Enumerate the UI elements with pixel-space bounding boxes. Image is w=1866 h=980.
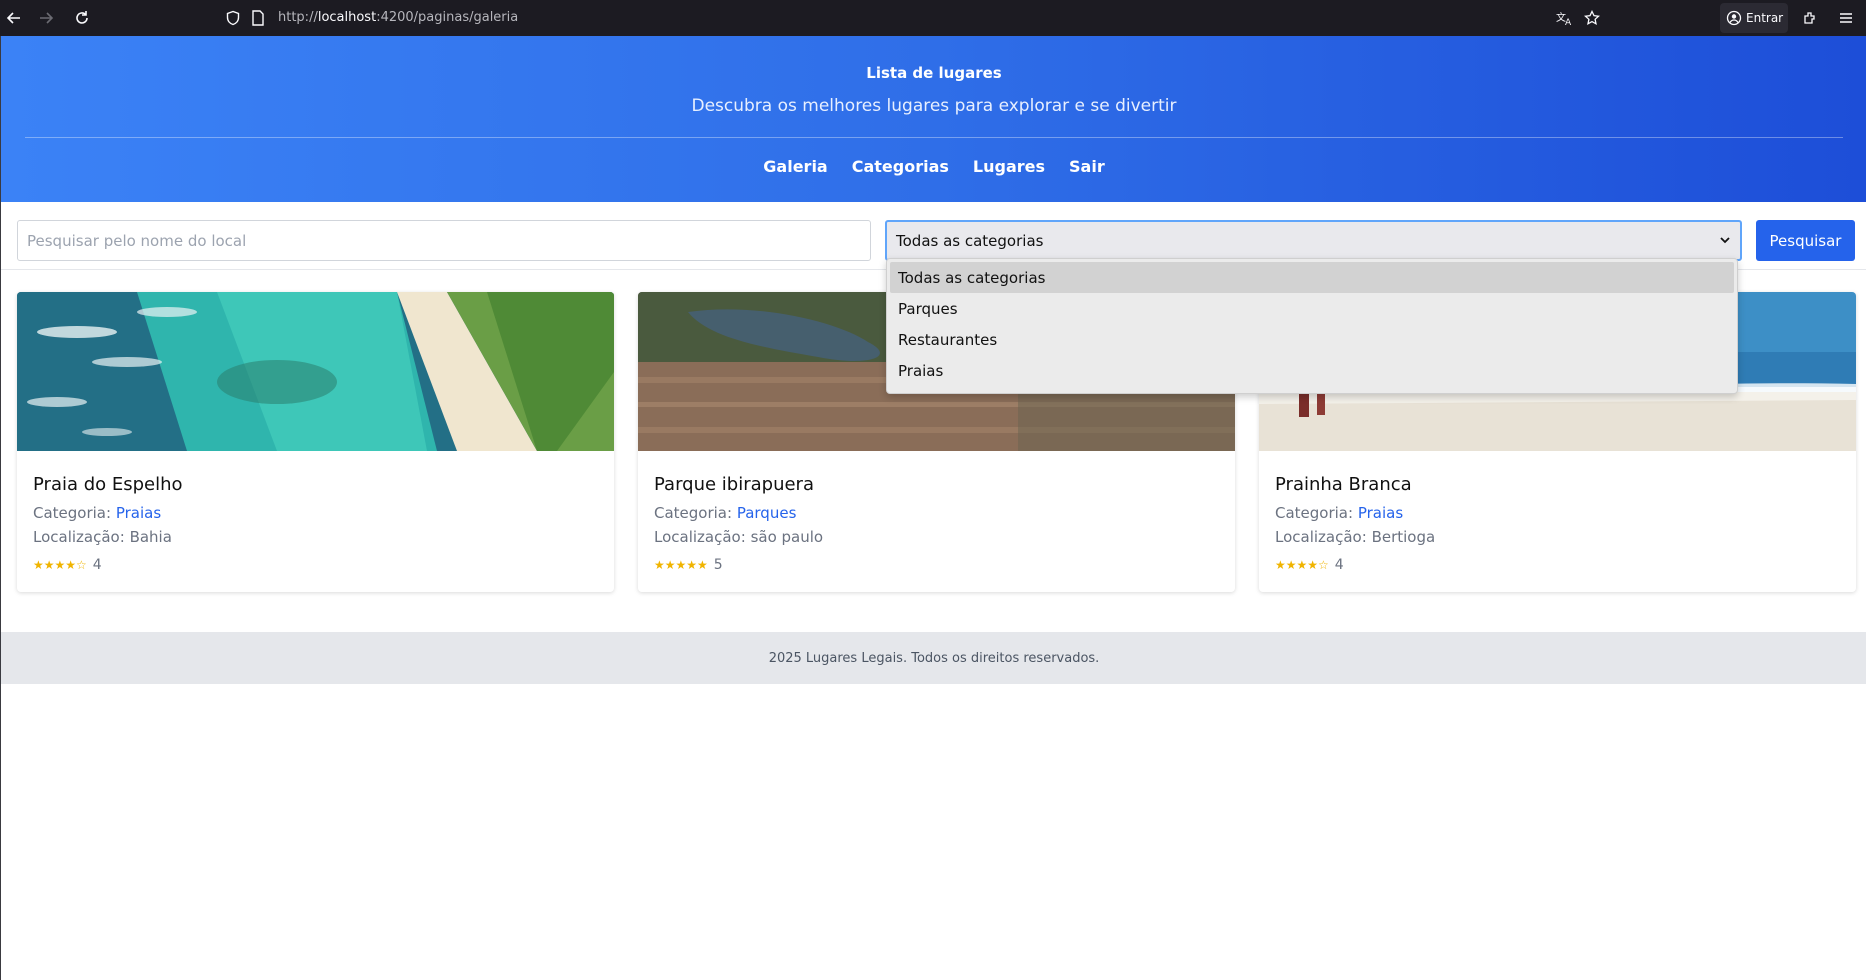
rating-stars: ★★★★☆	[1275, 558, 1329, 572]
rating-value: 4	[92, 557, 102, 573]
category-link[interactable]: Parques	[737, 504, 797, 522]
category-label: Categoria:	[33, 504, 112, 522]
place-name: Parque ibirapuera	[654, 474, 814, 495]
category-dropdown: Todas as categorias Parques Restaurantes…	[886, 258, 1738, 394]
place-image	[17, 292, 614, 451]
forward-icon[interactable]	[34, 6, 58, 30]
location-label: Localização:	[1275, 528, 1367, 546]
svg-text:A: A	[1565, 18, 1572, 26]
category-link[interactable]: Praias	[1358, 504, 1403, 522]
bookmark-star-icon[interactable]	[1581, 7, 1603, 29]
translate-icon[interactable]: 文A	[1554, 7, 1576, 29]
reload-icon[interactable]	[70, 6, 94, 30]
page-subtitle: Descubra os melhores lugares para explor…	[691, 96, 1177, 116]
main-menu: Galeria Categorias Lugares Sair	[1, 157, 1866, 176]
place-name: Prainha Branca	[1275, 474, 1412, 495]
search-button[interactable]: Pesquisar	[1756, 220, 1855, 261]
rating-value: 5	[713, 557, 723, 573]
url-host: localhost	[317, 10, 377, 25]
url-prefix: http://	[278, 10, 318, 25]
location-label: Localização:	[654, 528, 746, 546]
hero-header: Lista de lugares Descubra os melhores lu…	[1, 36, 1866, 202]
rating-stars: ★★★★☆	[33, 558, 87, 572]
page: Lista de lugares Descubra os melhores lu…	[0, 36, 1866, 980]
location-value: Bahia	[129, 528, 172, 546]
category-select[interactable]: Todas as categorias	[885, 220, 1742, 261]
category-label: Categoria:	[654, 504, 733, 522]
place-location: Localização: Bertioga	[1275, 528, 1435, 546]
place-category: Categoria: Praias	[33, 504, 161, 522]
category-link[interactable]: Praias	[116, 504, 161, 522]
place-card[interactable]: Praia do Espelho Categoria: Praias Local…	[17, 292, 614, 592]
place-location: Localização: Bahia	[33, 528, 172, 546]
category-option-restaurantes[interactable]: Restaurantes	[890, 324, 1734, 355]
address-bar[interactable]: http://localhost:4200/paginas/galeria 文A	[216, 3, 1602, 33]
menu-item-lugares[interactable]: Lugares	[973, 157, 1045, 176]
category-option-parques[interactable]: Parques	[890, 293, 1734, 324]
menu-item-categorias[interactable]: Categorias	[852, 157, 949, 176]
url-path: :4200/paginas/galeria	[376, 10, 519, 25]
place-category: Categoria: Parques	[654, 504, 796, 522]
menu-item-sair[interactable]: Sair	[1069, 157, 1105, 176]
account-label: Entrar	[1746, 11, 1784, 25]
category-select-value: Todas as categorias	[896, 231, 1044, 250]
place-rating: ★★★★☆ 4	[1275, 557, 1344, 573]
account-button[interactable]: Entrar	[1720, 3, 1788, 33]
back-icon[interactable]	[2, 6, 26, 30]
menu-icon[interactable]	[1835, 7, 1857, 29]
account-icon	[1726, 10, 1742, 26]
search-input[interactable]	[17, 220, 871, 261]
place-location: Localização: são paulo	[654, 528, 823, 546]
page-title: Lista de lugares	[866, 64, 1002, 82]
rating-value: 4	[1334, 557, 1344, 573]
place-rating: ★★★★★ 5	[654, 557, 723, 573]
place-name: Praia do Espelho	[33, 474, 183, 495]
location-value: Bertioga	[1371, 528, 1436, 546]
location-label: Localização:	[33, 528, 125, 546]
extensions-icon[interactable]	[1799, 7, 1821, 29]
chevron-down-icon	[1720, 237, 1730, 244]
browser-toolbar: http://localhost:4200/paginas/galeria 文A…	[0, 0, 1866, 36]
category-label: Categoria:	[1275, 504, 1354, 522]
header-divider	[25, 137, 1843, 138]
menu-item-galeria[interactable]: Galeria	[763, 157, 827, 176]
category-option-todas[interactable]: Todas as categorias	[890, 262, 1734, 293]
place-category: Categoria: Praias	[1275, 504, 1403, 522]
place-rating: ★★★★☆ 4	[33, 557, 102, 573]
location-value: são paulo	[750, 528, 824, 546]
shield-icon[interactable]	[222, 7, 244, 29]
footer: 2025 Lugares Legais. Todos os direitos r…	[1, 632, 1866, 684]
footer-text: 2025 Lugares Legais. Todos os direitos r…	[768, 650, 1100, 666]
url-text[interactable]: http://localhost:4200/paginas/galeria	[278, 10, 518, 25]
category-option-praias[interactable]: Praias	[890, 355, 1734, 386]
rating-stars: ★★★★★	[654, 558, 708, 572]
page-icon[interactable]	[247, 7, 269, 29]
